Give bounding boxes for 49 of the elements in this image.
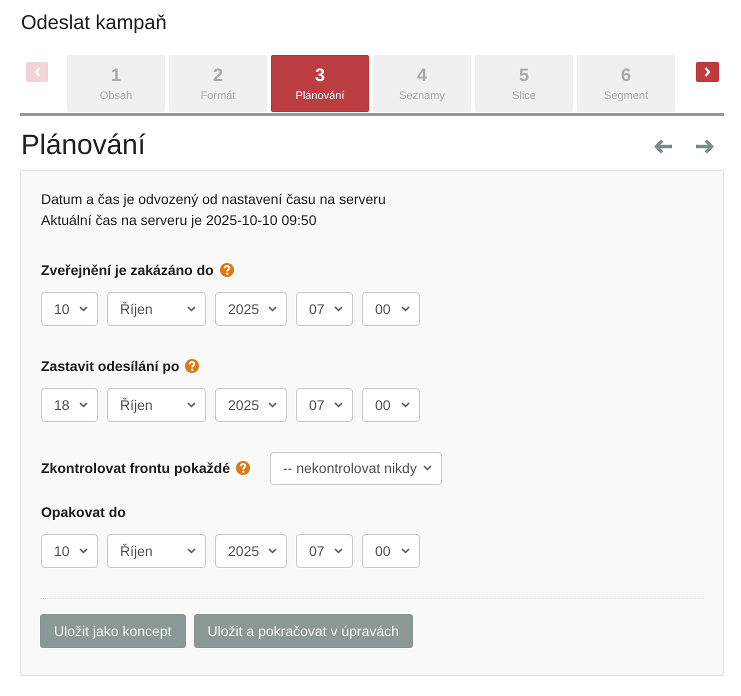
dropdown[interactable]: Říjen: [107, 534, 206, 568]
next-button[interactable]: [696, 62, 719, 82]
field-label: Opakovat do: [41, 503, 126, 522]
caret-icon: [423, 465, 432, 471]
caret-icon: [79, 548, 88, 554]
arrow-right-icon[interactable]: [696, 138, 714, 154]
caret-icon: [187, 402, 196, 408]
caret-icon: [334, 402, 343, 408]
caret-icon: [268, 402, 277, 408]
caret-icon: [79, 306, 88, 312]
info-text: Aktuální čas na serveru je 2025-10-10 09:50: [41, 211, 317, 230]
caret-icon: [187, 548, 196, 554]
dropdown[interactable]: 07: [296, 388, 353, 422]
dropdown[interactable]: 2025: [215, 534, 287, 568]
caret-icon: [401, 402, 410, 408]
dropdown[interactable]: 00: [362, 534, 420, 568]
info-text: Datum a čas je odvozený od nastavení času na serveru: [41, 190, 386, 209]
caret-icon: [401, 548, 410, 554]
dropdown[interactable]: 2025: [215, 292, 287, 326]
caret-icon: [79, 402, 88, 408]
dropdown[interactable]: -- nekontrolovat nikdy: [270, 452, 442, 484]
dropdown[interactable]: 2025: [215, 388, 287, 422]
arrow-left-icon[interactable]: [654, 138, 672, 154]
caret-icon: [334, 306, 343, 312]
dropdown[interactable]: 00: [362, 292, 420, 326]
page-title: Odeslat kampaň: [21, 11, 167, 36]
help-icon[interactable]: [236, 461, 250, 475]
help-icon[interactable]: [185, 359, 200, 373]
field-label: Zastavit odesílání po: [41, 357, 180, 376]
dropdown[interactable]: 10: [41, 534, 98, 568]
dropdown[interactable]: 07: [296, 292, 353, 326]
dropdown[interactable]: Říjen: [107, 388, 206, 422]
field-label: Zkontrolovat frontu pokaždé: [41, 459, 230, 478]
section-heading: Plánování: [21, 128, 146, 162]
help-icon[interactable]: [220, 263, 234, 277]
dropdown[interactable]: 07: [296, 534, 353, 568]
step-tab[interactable]: 3 Plánování: [271, 55, 369, 112]
caret-icon: [401, 306, 410, 312]
dropdown[interactable]: 00: [362, 388, 420, 422]
caret-icon: [334, 548, 343, 554]
field-label: Zveřejnění je zakázáno do: [41, 261, 214, 280]
dropdown[interactable]: 10: [41, 292, 98, 326]
caret-icon: [268, 548, 277, 554]
caret-icon: [187, 306, 196, 312]
chevron-left-icon: [34, 67, 40, 77]
caret-icon: [268, 306, 277, 312]
chevron-right-icon: [704, 67, 711, 77]
dropdown[interactable]: Říjen: [107, 292, 206, 326]
dropdown[interactable]: 18: [41, 388, 98, 422]
